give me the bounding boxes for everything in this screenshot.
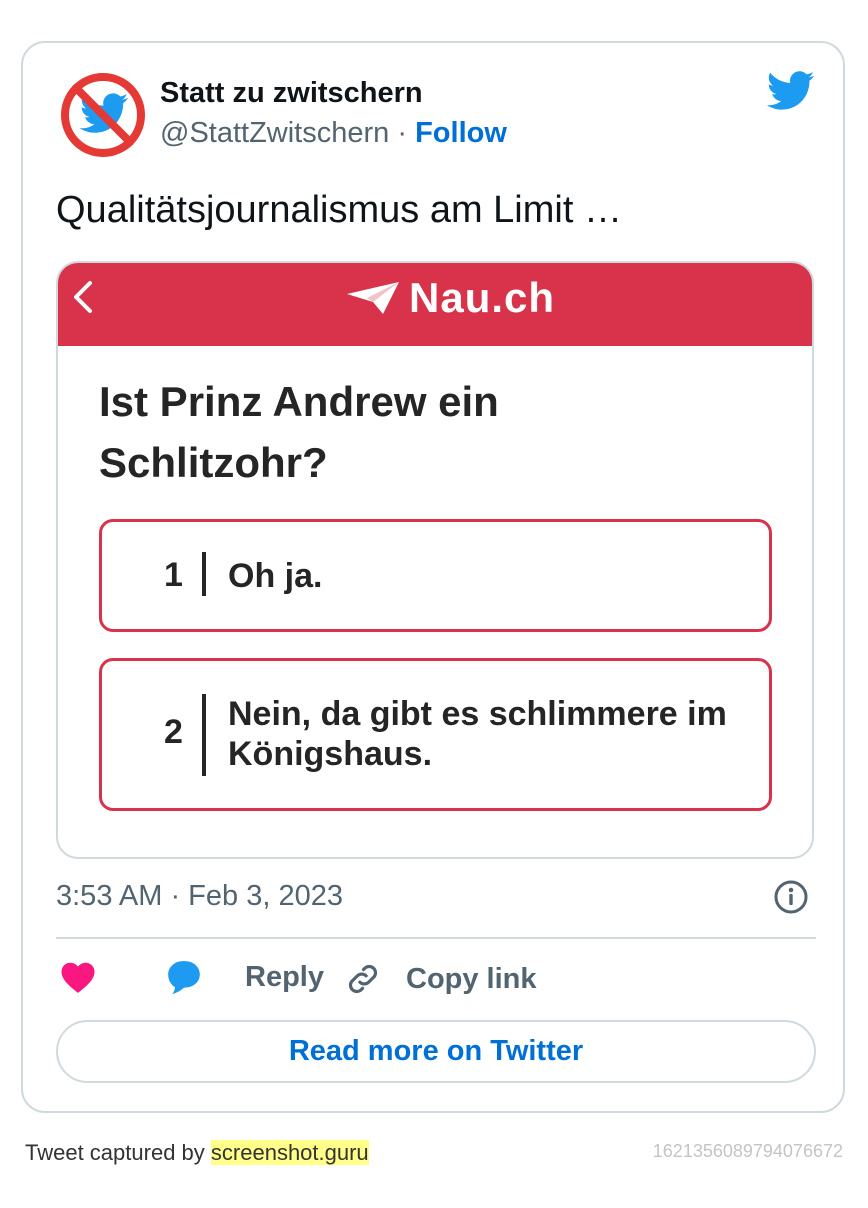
tweet-id: 1621356089794076672 [652, 1141, 843, 1161]
screenshot-guru-link[interactable]: screenshot.guru [210, 1140, 369, 1165]
author-name[interactable]: Statt zu zwitschern [160, 77, 423, 110]
option-number: 2 [164, 713, 183, 751]
paper-plane-icon [347, 282, 399, 314]
reply-bubble-icon [168, 961, 200, 995]
separator: · [397, 117, 408, 149]
twitter-logo-icon[interactable] [767, 71, 815, 111]
option-text: Nein, da gibt es schlimmere im Königshau… [228, 695, 727, 773]
heart-icon [61, 962, 95, 993]
captured-prefix: Tweet captured by [25, 1140, 205, 1165]
captured-credit: Tweet captured by screenshot.guru [25, 1140, 369, 1166]
poll-option-2: 2 Nein, da gibt es schlimmere im Königsh… [99, 658, 772, 811]
tweet-text: Qualitätsjournalismus am Limit … [56, 189, 622, 231]
option-number: 1 [164, 556, 183, 594]
reply-button[interactable]: Reply [165, 958, 324, 996]
author-handle[interactable]: @StattZwitschern [160, 117, 389, 149]
info-icon[interactable] [774, 880, 808, 914]
poll-question: Ist Prinz Andrew ein Schlitzohr? [99, 378, 499, 486]
follow-button[interactable]: Follow [415, 117, 507, 149]
option-text: Oh ja. [228, 557, 323, 595]
tweet-card: Statt zu zwitschern @StattZwitschern · F… [21, 41, 845, 1113]
read-more-button[interactable]: Read more on Twitter [56, 1020, 816, 1083]
author-handle-line: @StattZwitschern · Follow [160, 117, 507, 150]
reply-label: Reply [245, 960, 324, 993]
avatar[interactable] [58, 70, 148, 160]
option-divider [202, 552, 206, 596]
copy-link-label: Copy link [406, 962, 537, 995]
option-divider [202, 694, 206, 776]
link-icon [348, 964, 378, 994]
poll-option-1: 1 Oh ja. [99, 519, 772, 632]
copy-link-button[interactable]: Copy link [344, 960, 537, 998]
tweet-timestamp[interactable]: 3:53 AM · Feb 3, 2023 [56, 880, 343, 913]
nau-header: Nau.ch [58, 263, 812, 346]
like-button[interactable] [60, 960, 96, 994]
media-image[interactable]: Nau.ch Ist Prinz Andrew ein Schlitzohr? … [56, 261, 814, 859]
back-chevron-icon [74, 281, 92, 313]
divider [56, 937, 816, 939]
brand-name: Nau.ch [409, 274, 556, 321]
nau-logo: Nau.ch [345, 274, 555, 321]
